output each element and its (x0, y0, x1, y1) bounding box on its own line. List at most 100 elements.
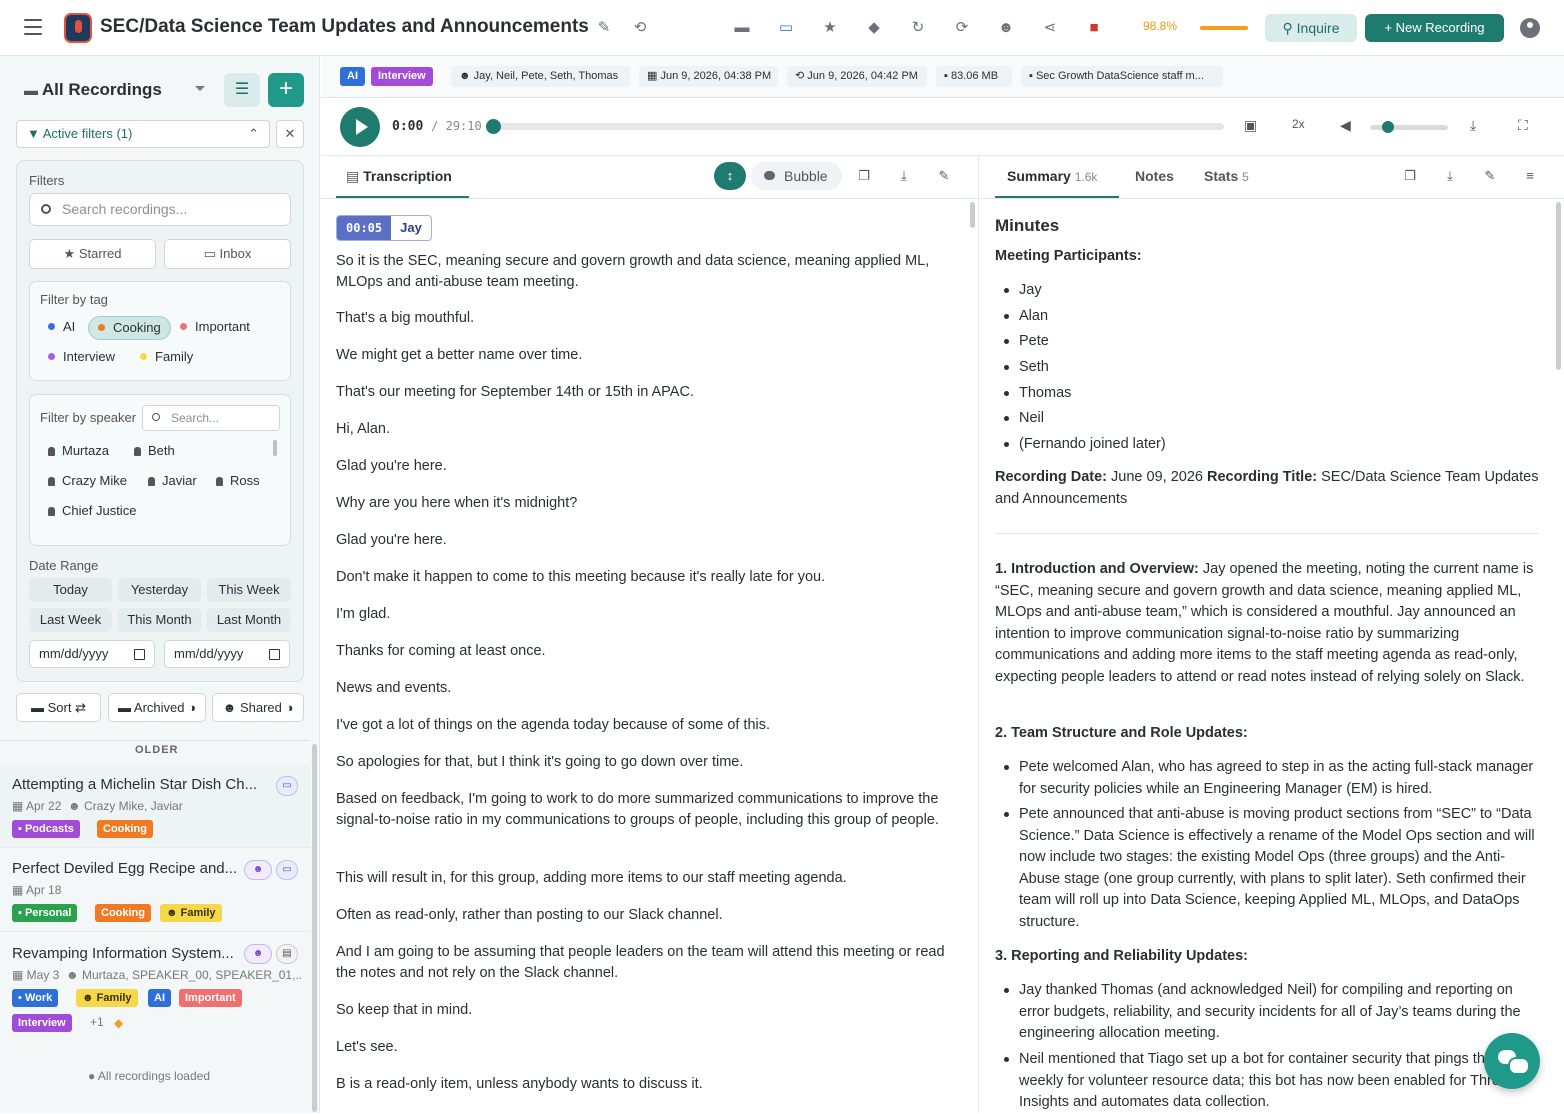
segment-speaker[interactable]: Jay (391, 216, 431, 240)
transcript-line[interactable]: Thanks for coming at least once. (336, 641, 956, 662)
recording-item[interactable]: Attempting a Michelin Star Dish Ch... ▭ … (0, 764, 310, 848)
edit-icon[interactable]: ✎ (936, 168, 952, 184)
add-recording-button[interactable]: + (268, 73, 304, 107)
transcript-line[interactable]: Glad you're here. (336, 456, 956, 477)
menu-icon[interactable] (24, 19, 42, 35)
speaker-list-scrollbar[interactable] (273, 440, 277, 456)
new-recording-button[interactable]: + New Recording (1365, 14, 1504, 42)
speaker-search-input[interactable]: Search... (142, 405, 280, 431)
transcript-line[interactable]: Glad you're here. (336, 530, 956, 551)
refresh-title-icon[interactable]: ⟲ (630, 18, 650, 38)
transcript-line[interactable]: Don't make it happen to come to this mee… (336, 567, 956, 588)
date-preset-last-month[interactable]: Last Month (207, 608, 291, 632)
playback-speed-button[interactable]: 2x (1292, 117, 1305, 131)
all-recordings-title[interactable]: ▬ All Recordings (24, 80, 162, 100)
segment-timestamp[interactable]: 00:05 (337, 216, 392, 240)
transcript-line[interactable]: Why are you here when it's midnight? (336, 493, 956, 514)
tab-stats[interactable]: Stats 5 (1204, 168, 1249, 184)
tag-filter-cooking[interactable]: Cooking (88, 316, 171, 340)
starred-button[interactable]: ★ Starred (29, 239, 156, 269)
transcript-line[interactable]: This will result in, for this group, add… (336, 868, 956, 889)
tab-transcription[interactable]: ▤ Transcription (346, 168, 452, 185)
summary-scrollbar[interactable] (1556, 202, 1561, 370)
date-from-input[interactable]: mm/dd/yyyy (29, 640, 155, 668)
tab-summary[interactable]: Summary 1.6k (1007, 168, 1097, 184)
download-icon[interactable]: ⤓ (896, 168, 912, 184)
video-off-icon[interactable]: ▣ (1244, 117, 1257, 134)
speaker-filter-item[interactable]: Beth (134, 443, 175, 458)
recording-item[interactable]: Revamping Information System... ☻ ▤ ▦ Ma… (0, 932, 310, 1050)
transcript-line[interactable]: Hi, Alan. (336, 419, 956, 440)
shared-toggle[interactable]: ☻ Shared ◑ (212, 693, 304, 722)
meta-tag-interview[interactable]: Interview (371, 67, 433, 86)
transcript-line[interactable]: Based on feedback, I'm going to work to … (336, 789, 956, 831)
transcript-line[interactable]: That's our meeting for September 14th or… (336, 382, 956, 403)
chevron-down-icon[interactable] (195, 86, 205, 91)
recording-item[interactable]: Perfect Deviled Egg Recipe and... ☻ ▭ ▦ … (0, 848, 310, 932)
tab-notes[interactable]: Notes (1135, 168, 1174, 184)
copy-icon[interactable]: ❐ (1402, 168, 1418, 184)
transcript-line[interactable]: That's a big mouthful. (336, 308, 956, 329)
delete-icon[interactable]: ■ (1084, 18, 1104, 38)
sync-icon[interactable]: ⟳ (952, 18, 972, 38)
user-avatar-icon[interactable] (1520, 18, 1540, 38)
speaker-segment-header[interactable]: 00:05 Jay (336, 215, 432, 241)
transcript-line[interactable]: We might get a better name over time. (336, 345, 956, 366)
download-icon[interactable]: ⤓ (1470, 117, 1476, 134)
share-icon[interactable]: ⋖ (1040, 18, 1060, 38)
bubble-view-toggle[interactable]: Bubble (751, 162, 842, 190)
volume-handle[interactable] (1382, 121, 1394, 133)
select-mode-button[interactable]: ☰ (224, 73, 260, 107)
volume-icon[interactable]: ◀ (1340, 117, 1351, 134)
date-preset-yesterday[interactable]: Yesterday (118, 578, 201, 602)
archived-toggle[interactable]: ▬ Archived ◑ (108, 693, 206, 722)
sidebar-scrollbar[interactable] (312, 744, 317, 1112)
transcript-line[interactable]: I've got a lot of things on the agenda t… (336, 715, 956, 736)
sort-button[interactable]: ▬ Sort ⇄ (16, 693, 101, 722)
tag-filter-ai[interactable]: AI (48, 315, 83, 339)
tag-filter-interview[interactable]: Interview (48, 345, 123, 369)
tag-filter-family[interactable]: Family (140, 345, 201, 369)
transcript-line[interactable]: So it is the SEC, meaning secure and gov… (336, 251, 956, 293)
meta-created-date[interactable]: ▦ Jun 9, 2026, 04:38 PM (639, 66, 778, 87)
edit-icon[interactable]: ✎ (1482, 168, 1498, 184)
settings-sliders-icon[interactable]: ≡ (1522, 168, 1538, 184)
active-filters-toggle[interactable]: ▼ Active filters (1) ⌃ (16, 120, 270, 148)
transcript-line[interactable]: News and events. (336, 678, 956, 699)
meta-participants[interactable]: ☻ Jay, Neil, Pete, Seth, Thomas (451, 66, 630, 87)
folder-icon[interactable]: ▬ (732, 18, 752, 38)
date-preset-last-week[interactable]: Last Week (29, 608, 112, 632)
transcript-line[interactable]: So keep that in mind. (336, 1000, 956, 1021)
download-icon[interactable]: ⤓ (1442, 168, 1458, 184)
transcript-line[interactable]: Often as read-only, rather than posting … (336, 905, 956, 926)
tag-filter-important[interactable]: Important (180, 315, 258, 339)
inquire-button[interactable]: ⚲ Inquire (1265, 14, 1357, 42)
scroll-sync-button[interactable]: ↕ (714, 162, 746, 190)
copy-icon[interactable]: ❐ (856, 168, 872, 184)
fullscreen-icon[interactable]: ⛶ (1518, 117, 1528, 134)
speaker-filter-item[interactable]: Ross (216, 473, 260, 488)
date-preset-this-month[interactable]: This Month (118, 608, 201, 632)
meta-tag-ai[interactable]: AI (340, 67, 365, 86)
reprocess-icon[interactable]: ↻ (908, 18, 928, 38)
transcript-scrollbar[interactable] (970, 202, 975, 228)
transcript-line[interactable]: B is a read-only item, unless anybody wa… (336, 1074, 956, 1095)
play-button[interactable] (340, 107, 380, 147)
speaker-filter-item[interactable]: Chief Justice (48, 503, 136, 518)
inbox-button[interactable]: ▭ Inbox (164, 239, 291, 269)
seek-handle[interactable] (486, 119, 501, 134)
tag-icon[interactable]: ◆ (864, 18, 884, 38)
speaker-filter-item[interactable]: Crazy Mike (48, 473, 127, 488)
transcript-line[interactable]: And I am going to be assuming that peopl… (336, 942, 956, 984)
chat-bubble-icon[interactable] (1484, 1033, 1540, 1089)
date-to-input[interactable]: mm/dd/yyyy (164, 640, 290, 668)
edit-title-icon[interactable]: ✎ (594, 18, 614, 38)
speaker-filter-item[interactable]: Javiar (148, 473, 197, 488)
transcript-line[interactable]: So apologies for that, but I think it's … (336, 752, 956, 773)
search-input[interactable]: Search recordings... (29, 193, 291, 226)
inbox-icon[interactable]: ▭ (776, 18, 796, 38)
date-preset-today[interactable]: Today (29, 578, 112, 602)
star-icon[interactable]: ★ (820, 18, 840, 38)
speaker-filter-item[interactable]: Murtaza (48, 443, 109, 458)
seek-bar[interactable] (492, 123, 1224, 130)
